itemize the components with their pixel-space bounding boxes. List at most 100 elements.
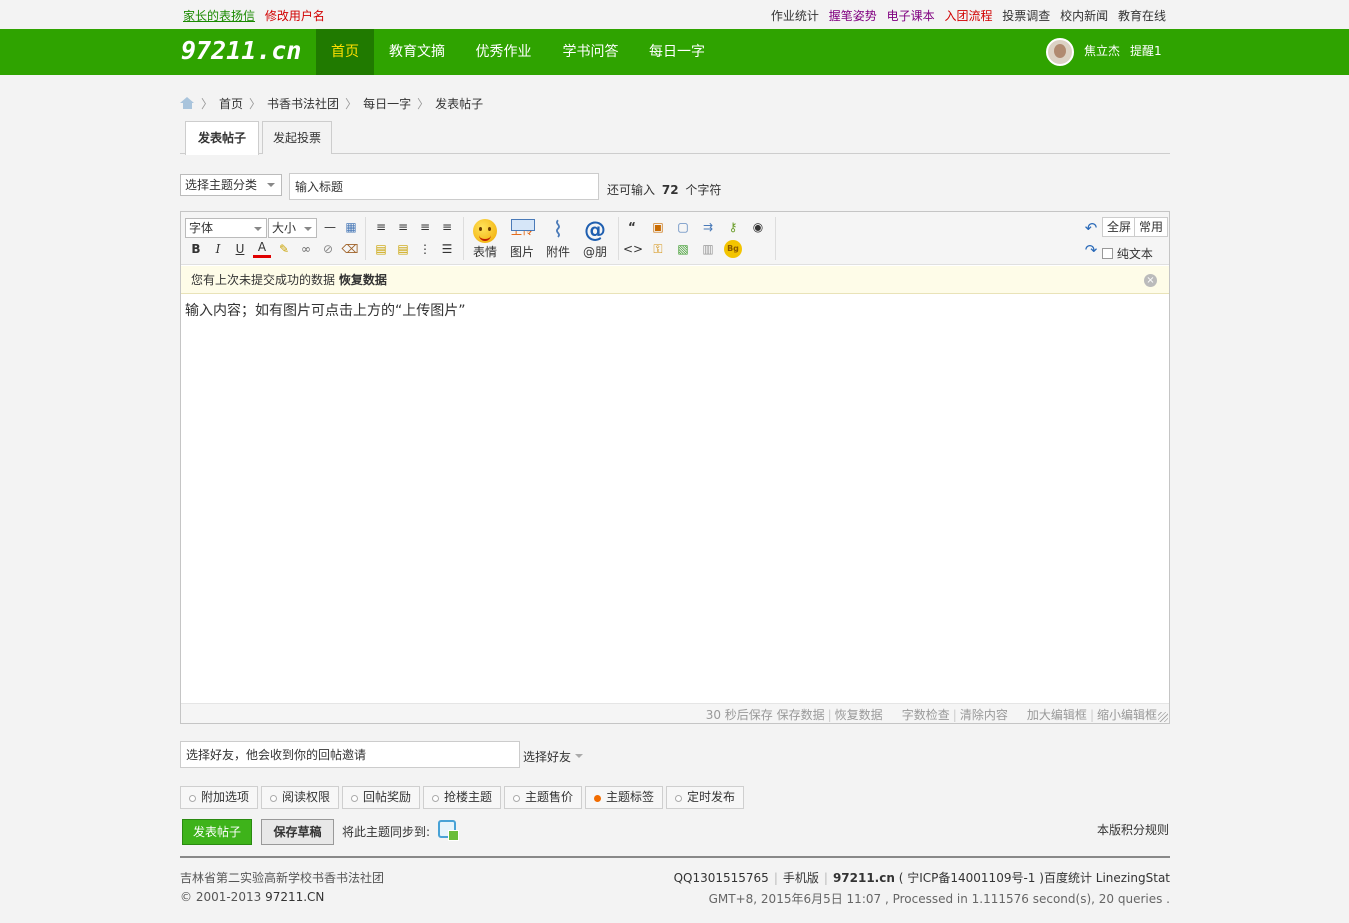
home-icon[interactable] — [180, 97, 195, 109]
select-friend-dropdown[interactable]: 选择好友 — [523, 748, 587, 764]
float-left-icon[interactable]: ▤ — [372, 240, 390, 258]
hide-content-icon[interactable]: ⚿ — [649, 240, 667, 258]
fullscreen-button[interactable]: 全屏 — [1102, 217, 1137, 237]
highlight-icon[interactable]: ✎ — [275, 240, 293, 258]
mention-friend-button[interactable]: @ @朋 — [578, 217, 612, 261]
flash-icon[interactable]: ▢ — [674, 218, 692, 236]
align-justify-icon[interactable]: ≡ — [438, 218, 456, 236]
option-topic-price[interactable]: 主题售价 — [504, 786, 582, 809]
change-username-link[interactable]: 修改用户名 — [265, 9, 325, 23]
site-logo[interactable]: 97211.cn — [181, 36, 301, 65]
resize-handle-icon[interactable] — [1158, 712, 1168, 722]
restore-data-link[interactable]: 恢复数据 — [339, 273, 387, 287]
code-icon[interactable]: <> — [623, 240, 643, 258]
mobile-version-link[interactable]: 手机版 — [783, 871, 819, 885]
align-left-icon[interactable]: ≡ — [394, 218, 412, 236]
plain-text-toggle[interactable]: 纯文本 — [1102, 245, 1153, 262]
top-link-ebook[interactable]: 电子课本 — [887, 9, 935, 23]
autosave-timer: 30 秒后保存 — [705, 708, 773, 722]
nav-item-home[interactable]: 首页 — [316, 29, 374, 75]
nav-item-daily-character[interactable]: 每日一字 — [634, 29, 720, 75]
footer-gmt: GMT+8, 2015年6月5日 11:07 , Processed in 1.… — [708, 892, 1170, 906]
option-floor-topic[interactable]: 抢楼主题 — [423, 786, 501, 809]
unordered-list-icon[interactable]: ☰ — [438, 240, 456, 258]
nav-item-excellent-homework[interactable]: 优秀作业 — [460, 29, 547, 75]
common-button[interactable]: 常用 — [1134, 217, 1169, 237]
save-draft-button[interactable]: 保存草稿 — [261, 819, 334, 845]
submit-post-button[interactable]: 发表帖子 — [182, 819, 252, 845]
option-reply-reward[interactable]: 回帖奖励 — [342, 786, 420, 809]
media-icon[interactable]: ◉ — [749, 218, 767, 236]
clear-content-link[interactable]: 清除内容 — [960, 708, 1008, 722]
editor-statusbar: 30 秒后保存 保存数据 | 恢复数据 字数检查 | 清除内容 加大编辑框 | 缩小编辑框 — [181, 703, 1169, 723]
shrink-editor-link[interactable]: 缩小编辑框 — [1097, 708, 1157, 722]
quote-icon[interactable]: “ — [623, 218, 641, 236]
credit-rules-link[interactable]: 本版积分规则 — [1097, 821, 1169, 838]
font-family-select[interactable]: 字体 — [185, 218, 267, 238]
restore-data-status-link[interactable]: 恢复数据 — [835, 708, 883, 722]
clear-format-icon[interactable]: ⌫ — [341, 240, 359, 258]
upload-image-button[interactable]: 上传 图片 — [505, 217, 539, 261]
option-extra[interactable]: 附加选项 — [180, 786, 258, 809]
save-data-link[interactable]: 保存数据 — [777, 708, 825, 722]
editor-content[interactable]: 输入内容；如有图片可点击上方的“上传图片” — [185, 300, 466, 320]
emoji-button[interactable]: 表情 — [468, 217, 502, 261]
remind-link[interactable]: 提醒1 — [1130, 42, 1162, 59]
icp-link[interactable]: ( 宁ICP备14001109号-1 ) — [899, 871, 1044, 885]
top-link-edu-online[interactable]: 教育在线 — [1118, 9, 1166, 23]
option-scheduled-post[interactable]: 定时发布 — [666, 786, 744, 809]
tab-new-post[interactable]: 发表帖子 — [185, 121, 259, 155]
page-break-icon[interactable]: ⇉ — [699, 218, 717, 236]
option-read-permission[interactable]: 阅读权限 — [261, 786, 339, 809]
undo-icon[interactable]: ↶ — [1082, 219, 1100, 237]
option-topic-tags[interactable]: 主题标签 — [585, 786, 663, 809]
user-name[interactable]: 焦立杰 — [1084, 42, 1120, 59]
top-link-homework-stats[interactable]: 作业统计 — [771, 9, 819, 23]
top-link-pen-grip[interactable]: 握笔姿势 — [829, 9, 877, 23]
top-link-join-league[interactable]: 入团流程 — [944, 9, 992, 23]
copyright-site-link[interactable]: 97211.CN — [265, 890, 324, 904]
nav-item-edu-digest[interactable]: 教育文摘 — [374, 29, 460, 75]
table-icon[interactable]: ▦ — [342, 218, 360, 236]
upload-image-icon: 上传 — [509, 219, 535, 243]
footer-site-link[interactable]: 97211.cn — [833, 871, 895, 885]
breadcrumb-home[interactable]: 首页 — [219, 97, 243, 111]
close-icon[interactable]: × — [1144, 274, 1157, 287]
image-gallery-icon[interactable]: ▧ — [674, 240, 692, 258]
underline-button[interactable]: U — [231, 240, 249, 258]
plain-text-checkbox[interactable] — [1102, 248, 1113, 259]
tab-new-poll[interactable]: 发起投票 — [262, 121, 332, 154]
invite-friend-input[interactable] — [180, 741, 520, 768]
ordered-list-icon[interactable]: ⋮ — [416, 240, 434, 258]
enlarge-editor-link[interactable]: 加大编辑框 — [1027, 708, 1087, 722]
bold-button[interactable]: B — [187, 240, 205, 258]
font-size-select[interactable]: 大小 — [268, 218, 317, 238]
unlink-icon[interactable]: ⊘ — [319, 240, 337, 258]
password-icon[interactable]: ⚷ — [724, 218, 742, 236]
free-content-icon[interactable]: ▣ — [649, 218, 667, 236]
stats-link[interactable]: 百度统计 LinezingStat — [1044, 871, 1170, 885]
background-icon[interactable]: Bg — [724, 240, 742, 258]
avatar[interactable] — [1046, 38, 1074, 66]
font-color-button[interactable]: A — [253, 240, 271, 258]
attachment-button[interactable]: ⌇ 附件 — [541, 217, 575, 261]
parent-letter-link[interactable]: 家长的表扬信 — [183, 9, 255, 23]
align-center-icon[interactable]: ≡ — [416, 218, 434, 236]
align-right-icon[interactable]: ≡ — [372, 218, 390, 236]
float-right-icon[interactable]: ▤ — [394, 240, 412, 258]
top-link-school-news[interactable]: 校内新闻 — [1060, 9, 1108, 23]
horizontal-rule-icon[interactable]: — — [321, 218, 339, 236]
topic-type-label: 选择主题分类 — [185, 178, 258, 192]
italic-button[interactable]: I — [209, 240, 227, 258]
sync-weibo-icon[interactable] — [438, 820, 459, 841]
columns-icon[interactable]: ▥ — [699, 240, 717, 258]
link-icon[interactable]: ∞ — [297, 240, 315, 258]
subject-input[interactable] — [289, 173, 599, 200]
breadcrumb-daily[interactable]: 每日一字 — [363, 97, 411, 111]
nav-item-calligraphy-qa[interactable]: 学书问答 — [547, 29, 634, 75]
word-count-link[interactable]: 字数检查 — [902, 708, 950, 722]
breadcrumb-club[interactable]: 书香书法社团 — [267, 97, 339, 111]
top-link-vote-survey[interactable]: 投票调查 — [1002, 9, 1050, 23]
topic-type-select[interactable]: 选择主题分类 — [180, 174, 282, 196]
redo-icon[interactable]: ↷ — [1082, 241, 1100, 259]
